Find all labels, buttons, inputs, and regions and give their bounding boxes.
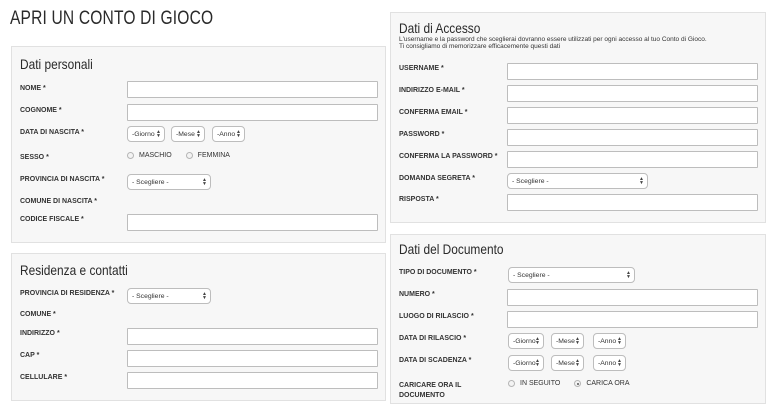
conferma-email-label: CONFERMA EMAIL * xyxy=(399,109,468,116)
risposta-input[interactable] xyxy=(507,194,758,211)
provincia-nascita-label: PROVINCIA DI NASCITA * xyxy=(20,176,105,183)
provincia-residenza-label: PROVINCIA DI RESIDENZA * xyxy=(20,290,115,297)
chevron-updown-icon: ▲ ▼ xyxy=(575,358,580,368)
conferma-email-input[interactable] xyxy=(507,107,758,124)
provincia-nascita-select[interactable]: - Scegliere - ▲ ▼ xyxy=(127,174,211,190)
cellulare-label: CELLULARE * xyxy=(20,374,68,381)
document-panel: Dati del Documento TIPO DI DOCUMENTO * -… xyxy=(390,234,766,404)
scadenza-year-value: -Anno xyxy=(598,359,617,367)
birth-day-value: -Giorno xyxy=(132,130,155,138)
email-input[interactable] xyxy=(507,85,758,102)
tipo-documento-select[interactable]: - Scegliere - ▲ ▼ xyxy=(508,267,635,283)
chevron-updown-icon: ▲ ▼ xyxy=(617,336,622,346)
codice-fiscale-input[interactable] xyxy=(127,214,378,231)
rilascio-month-select[interactable]: -Mese ▲ ▼ xyxy=(551,333,584,349)
chevron-updown-icon: ▲ ▼ xyxy=(236,129,241,139)
indirizzo-input[interactable] xyxy=(127,328,378,345)
rilascio-day-select[interactable]: -Giorno ▲ ▼ xyxy=(508,333,544,349)
username-input[interactable] xyxy=(507,63,758,80)
carica-ora-radio[interactable] xyxy=(574,380,582,387)
in-seguito-radio[interactable] xyxy=(508,380,515,387)
risposta-label: RISPOSTA * xyxy=(399,196,439,203)
nome-label: NOME * xyxy=(20,85,46,92)
chevron-updown-icon: ▲ ▼ xyxy=(202,291,207,301)
access-panel: Dati di Accesso L'username e la password… xyxy=(390,12,766,223)
scadenza-year-select[interactable]: -Anno ▲ ▼ xyxy=(593,355,626,371)
access-subtitle-line2: Ti consigliamo di memorizzare efficaceme… xyxy=(399,43,561,50)
chevron-updown-icon: ▲ ▼ xyxy=(639,176,644,186)
personal-data-panel: Dati personali NOME * COGNOME * DATA DI … xyxy=(11,46,386,243)
tipo-documento-value: - Scegliere - xyxy=(513,271,550,279)
panel-title-access: Dati di Accesso xyxy=(399,20,481,36)
rilascio-year-select[interactable]: -Anno ▲ ▼ xyxy=(593,333,626,349)
data-rilascio-label: DATA DI RILASCIO * xyxy=(399,335,467,342)
luogo-rilascio-input[interactable] xyxy=(507,311,758,328)
provincia-nascita-value: - Scegliere - xyxy=(132,178,169,186)
comune-label: COMUNE * xyxy=(20,311,56,318)
scadenza-day-value: -Giorno xyxy=(513,359,536,367)
page-title: APRI UN CONTO DI GIOCO xyxy=(10,8,214,29)
in-seguito-label: IN SEGUITO xyxy=(520,380,561,387)
chevron-updown-icon: ▲ ▼ xyxy=(535,336,540,346)
username-label: USERNAME * xyxy=(399,65,444,72)
password-input[interactable] xyxy=(507,129,758,146)
chevron-updown-icon: ▲ ▼ xyxy=(196,129,201,139)
birth-year-value: -Anno xyxy=(217,130,236,138)
provincia-residenza-select[interactable]: - Scegliere - ▲ ▼ xyxy=(127,288,211,304)
scadenza-day-select[interactable]: -Giorno ▲ ▼ xyxy=(508,355,544,371)
maschio-radio[interactable] xyxy=(127,152,134,159)
cognome-input[interactable] xyxy=(127,104,378,121)
panel-title-personal: Dati personali xyxy=(20,56,93,72)
birth-year-select[interactable]: -Anno ▲ ▼ xyxy=(212,126,245,142)
numero-input[interactable] xyxy=(507,289,758,306)
panel-title-document: Dati del Documento xyxy=(399,241,504,257)
sesso-label: SESSO * xyxy=(20,154,49,161)
luogo-rilascio-label: LUOGO DI RILASCIO * xyxy=(399,313,474,320)
chevron-updown-icon: ▲ ▼ xyxy=(575,336,580,346)
birth-month-value: -Mese xyxy=(176,130,195,138)
carica-documento-label-line1: CARICARE ORA IL xyxy=(399,382,462,389)
indirizzo-label: INDIRIZZO * xyxy=(20,330,60,337)
carica-documento-label-line2: DOCUMENTO xyxy=(399,392,445,399)
data-scadenza-label: DATA DI SCADENZA * xyxy=(399,357,472,364)
chevron-updown-icon: ▲ ▼ xyxy=(617,358,622,368)
chevron-updown-icon: ▲ ▼ xyxy=(156,129,161,139)
chevron-updown-icon: ▲ ▼ xyxy=(626,270,631,280)
panel-title-residence: Residenza e contatti xyxy=(20,262,128,278)
birth-month-select[interactable]: -Mese ▲ ▼ xyxy=(171,126,205,142)
femmina-radio[interactable] xyxy=(185,152,193,159)
email-label: INDIRIZZO E-MAIL * xyxy=(399,87,465,94)
birth-day-select[interactable]: -Giorno ▲ ▼ xyxy=(127,126,165,142)
sesso-radio-group: MASCHIO FEMMINA xyxy=(127,152,244,159)
rilascio-year-value: -Anno xyxy=(598,337,617,345)
scadenza-month-value: -Mese xyxy=(556,359,575,367)
comune-nascita-label: COMUNE DI NASCITA * xyxy=(20,198,97,205)
conferma-password-label: CONFERMA LA PASSWORD * xyxy=(399,153,498,160)
rilascio-day-value: -Giorno xyxy=(513,337,536,345)
birth-date-label: DATA DI NASCITA * xyxy=(20,129,85,136)
domanda-segreta-label: DOMANDA SEGRETA * xyxy=(399,175,475,182)
cap-input[interactable] xyxy=(127,350,378,367)
cap-label: CAP * xyxy=(20,352,40,359)
conferma-password-input[interactable] xyxy=(507,151,758,168)
carica-ora-label: CARICA ORA xyxy=(586,380,630,387)
rilascio-month-value: -Mese xyxy=(556,337,575,345)
residence-panel: Residenza e contatti PROVINCIA DI RESIDE… xyxy=(11,253,386,401)
password-label: PASSWORD * xyxy=(399,131,445,138)
chevron-updown-icon: ▲ ▼ xyxy=(202,177,207,187)
carica-radio-group: IN SEGUITO CARICA ORA xyxy=(508,380,644,387)
cellulare-input[interactable] xyxy=(127,372,378,389)
chevron-updown-icon: ▲ ▼ xyxy=(535,358,540,368)
nome-input[interactable] xyxy=(127,81,378,98)
domanda-segreta-value: - Scegliere - xyxy=(512,177,549,185)
tipo-documento-label: TIPO DI DOCUMENTO * xyxy=(399,269,477,276)
scadenza-month-select[interactable]: -Mese ▲ ▼ xyxy=(551,355,584,371)
domanda-segreta-select[interactable]: - Scegliere - ▲ ▼ xyxy=(507,173,648,189)
femmina-label: FEMMINA xyxy=(197,152,230,159)
numero-label: NUMERO * xyxy=(399,291,435,298)
provincia-residenza-value: - Scegliere - xyxy=(132,292,169,300)
maschio-label: MASCHIO xyxy=(139,152,172,159)
cognome-label: COGNOME * xyxy=(20,107,62,114)
codice-fiscale-label: CODICE FISCALE * xyxy=(20,216,84,223)
